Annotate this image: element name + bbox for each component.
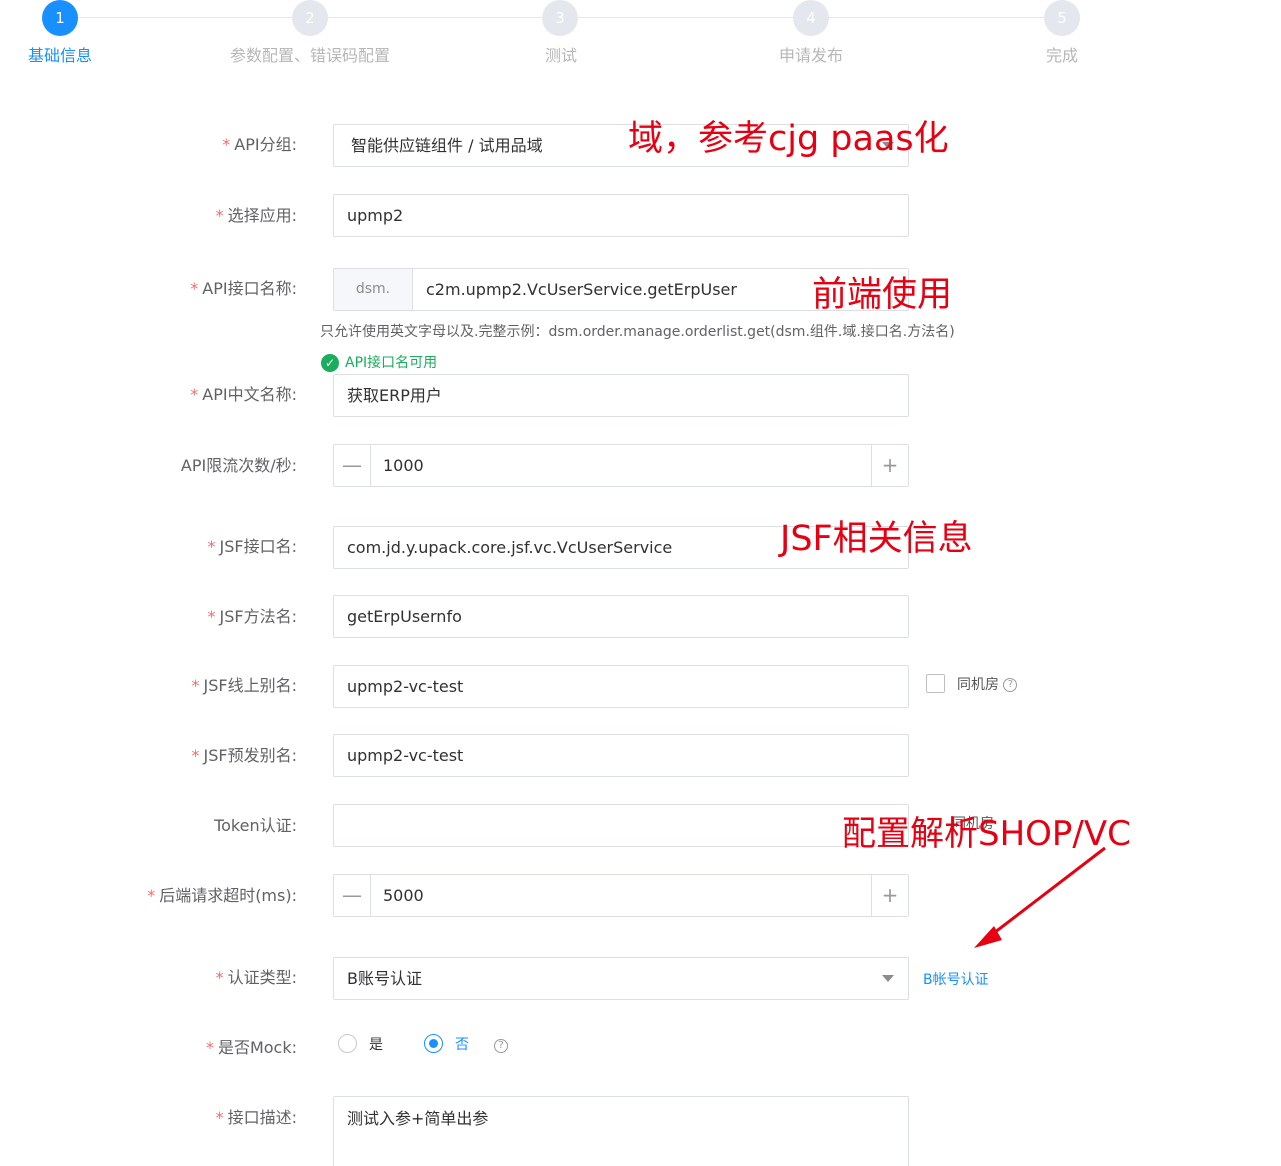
- same-room-checkbox[interactable]: [926, 674, 945, 693]
- jsf-method-input[interactable]: getErpUsernfo: [333, 595, 909, 638]
- step-connector: [829, 17, 1044, 18]
- increment-button[interactable]: +: [871, 445, 908, 486]
- api-group-label: * API分组:: [222, 135, 297, 154]
- token-label: Token认证:: [214, 816, 297, 835]
- step-4-label[interactable]: 申请发布: [779, 42, 843, 66]
- app-label: * 选择应用:: [215, 206, 297, 225]
- auth-type-select[interactable]: B账号认证: [333, 957, 909, 1000]
- timeout-value[interactable]: 5000: [383, 875, 424, 916]
- step-2-circle[interactable]: 2: [292, 0, 328, 36]
- description-textarea[interactable]: 测试入参+简单出参: [333, 1096, 909, 1166]
- step-1-circle[interactable]: 1: [42, 0, 78, 36]
- rate-limit-value[interactable]: 1000: [383, 445, 424, 486]
- annotation-jsf: JSF相关信息: [780, 519, 973, 559]
- app-input[interactable]: upmp2: [333, 194, 909, 237]
- annotation-domain: 域，参考cjg paas化: [628, 119, 949, 159]
- auth-type-link[interactable]: B帐号认证: [923, 969, 989, 989]
- timeout-stepper[interactable]: — 5000 +: [333, 874, 909, 917]
- step-connector: [328, 17, 542, 18]
- help-icon[interactable]: ?: [1003, 678, 1018, 692]
- rate-limit-stepper[interactable]: — 1000 +: [333, 444, 909, 487]
- jsf-pre-alias-label: * JSF预发别名:: [191, 746, 297, 765]
- api-group-value: 智能供应链组件 / 试用品域: [351, 136, 543, 155]
- jsf-interface-label: * JSF接口名:: [207, 537, 297, 556]
- api-name-hint: 只允许使用英文字母以及.完整示例：dsm.order.manage.orderl…: [320, 324, 955, 340]
- step-connector: [78, 17, 292, 18]
- token-input[interactable]: [333, 804, 909, 847]
- timeout-label: * 后端请求超时(ms):: [147, 886, 297, 905]
- annotation-config: 配置解析SHOP/VC: [842, 814, 1131, 854]
- jsf-online-alias-label: * JSF线上别名:: [191, 676, 297, 695]
- auth-type-value: B账号认证: [347, 969, 422, 988]
- same-room-label: 同机房 ?: [957, 674, 1018, 694]
- jsf-method-label: * JSF方法名:: [207, 607, 297, 626]
- step-3-circle[interactable]: 3: [542, 0, 578, 36]
- step-4-circle[interactable]: 4: [793, 0, 829, 36]
- annotation-frontend: 前端使用: [812, 275, 953, 315]
- jsf-pre-alias-input[interactable]: upmp2-vc-test: [333, 734, 909, 777]
- chevron-down-icon: [882, 975, 894, 982]
- step-2-label[interactable]: 参数配置、错误码配置: [230, 42, 390, 66]
- arrow-shaft: [989, 846, 1106, 938]
- mock-no-radio[interactable]: [424, 1034, 443, 1053]
- step-5-label[interactable]: 完成: [1046, 42, 1078, 66]
- api-cn-name-label: * API中文名称:: [190, 385, 297, 404]
- step-connector: [578, 17, 793, 18]
- api-cn-name-input[interactable]: 获取ERP用户: [333, 374, 909, 417]
- jsf-online-alias-input[interactable]: upmp2-vc-test: [333, 665, 909, 708]
- step-1-label[interactable]: 基础信息: [28, 42, 92, 66]
- rate-limit-label: API限流次数/秒:: [180, 456, 297, 475]
- mock-label: * 是否Mock:: [205, 1038, 297, 1057]
- step-5-circle[interactable]: 5: [1044, 0, 1080, 36]
- mock-yes-label[interactable]: 是: [369, 1034, 383, 1054]
- mock-yes-radio[interactable]: [338, 1034, 357, 1053]
- check-circle-icon: ✓: [321, 354, 339, 372]
- arrow-head: [974, 926, 1002, 948]
- api-name-prefix: dsm.: [333, 268, 413, 311]
- help-icon[interactable]: ?: [494, 1038, 508, 1053]
- steps-bar: 1 基础信息 2 参数配置、错误码配置 3 测试 4 申请发布 5 完成: [0, 0, 1281, 80]
- mock-no-label[interactable]: 否: [455, 1034, 469, 1054]
- auth-type-label: * 认证类型:: [215, 968, 297, 987]
- api-name-label: * API接口名称:: [190, 279, 297, 298]
- decrement-button[interactable]: —: [334, 875, 371, 916]
- description-label: * 接口描述:: [215, 1108, 297, 1127]
- mock-help[interactable]: ?: [494, 1035, 508, 1054]
- step-3-label[interactable]: 测试: [545, 42, 577, 66]
- decrement-button[interactable]: —: [334, 445, 371, 486]
- api-name-available: ✓ API接口名可用: [321, 352, 437, 372]
- increment-button[interactable]: +: [871, 875, 908, 916]
